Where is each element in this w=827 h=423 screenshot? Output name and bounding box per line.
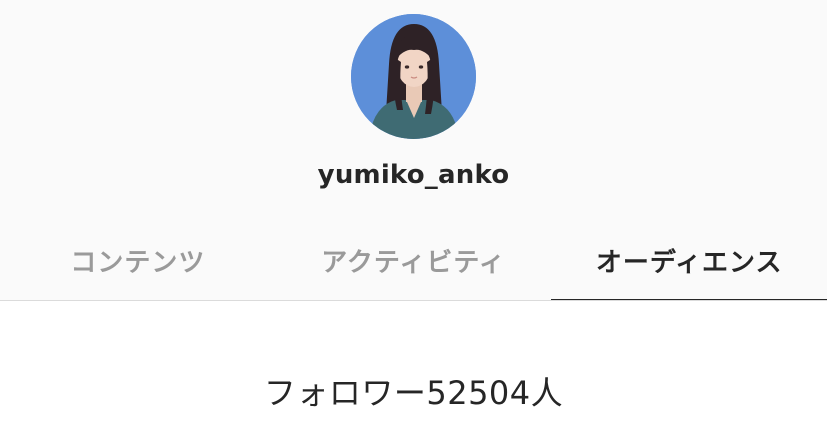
followers-count: フォロワー52504人 [263,374,564,412]
avatar[interactable] [351,14,476,139]
insights-tabs: コンテンツ アクティビティ オーディエンス [0,220,827,301]
profile-header: yumiko_anko コンテンツ アクティビティ オーディエンス [0,0,827,301]
username: yumiko_anko [317,160,510,190]
profile-photo-icon [351,14,476,139]
tab-content[interactable]: コンテンツ [0,220,276,300]
tab-divider [0,300,827,301]
tab-audience[interactable]: オーディエンス [551,220,827,301]
tab-activity[interactable]: アクティビティ [276,220,552,300]
